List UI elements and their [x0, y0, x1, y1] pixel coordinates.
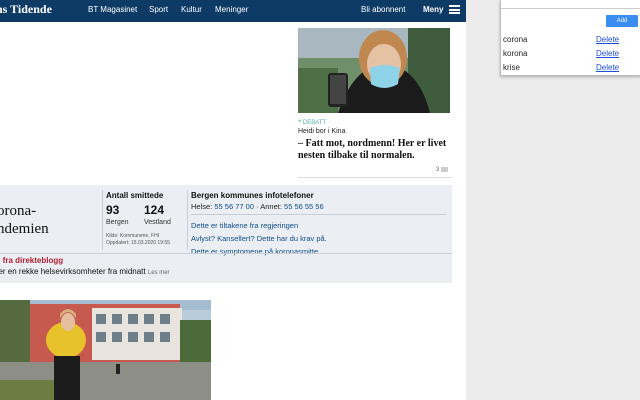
hamburger-menu-icon[interactable]: [449, 5, 460, 14]
delete-keyword-link[interactable]: Delete: [596, 63, 619, 72]
nav-sport[interactable]: Sport: [149, 5, 168, 14]
keyword-text: krise: [503, 63, 520, 72]
delete-keyword-link[interactable]: Delete: [596, 35, 619, 44]
article-tag: ❝ DEBATT: [298, 120, 327, 126]
comment-count[interactable]: 3: [436, 167, 449, 173]
corona-box-title[interactable]: orona- ndemien: [0, 202, 49, 238]
keyword-blocker-popup: Add corona Delete korona Delete krise De…: [500, 0, 640, 76]
link-symptoms[interactable]: Dette er symptomene på koronasmitte: [191, 247, 318, 256]
vestland-count: 124: [144, 203, 165, 217]
phones-title: Bergen kommunes infotelefoner: [191, 191, 314, 200]
helse-phone-link[interactable]: 55 56 77 00: [214, 202, 254, 211]
phone-numbers: Helse: 55 56 77 00 · Annet: 55 56 55 56: [191, 202, 324, 211]
delete-keyword-link[interactable]: Delete: [596, 49, 619, 58]
article-headline[interactable]: – Fatt mot, nordmenn! Her er livet neste…: [298, 138, 454, 162]
keyword-input[interactable]: [501, 0, 640, 9]
site-logo[interactable]: ns Tidende: [0, 2, 52, 17]
keyword-text: corona: [503, 35, 528, 44]
keyword-text: korona: [503, 49, 528, 58]
news-page: ns Tidende BT Magasinet Sport Kultur Men…: [0, 0, 466, 400]
infections-title: Antall smittede: [106, 191, 164, 200]
vestland-label: Vestland: [144, 219, 171, 226]
link-government-measures[interactable]: Dette er tiltakene fra regjeringen: [191, 221, 298, 230]
link-cancellation-rights[interactable]: Avlyst? Kansellert? Dette har du krav på…: [191, 234, 327, 243]
read-more-link[interactable]: Les mer: [148, 270, 170, 276]
article-photo-building[interactable]: [0, 300, 211, 400]
live-blog-headline[interactable]: ger en rekke helsevirksomheter fra midna…: [0, 267, 170, 276]
infections-source: Kilde: Kommunene, FHI Oppdatert: 15.03.2…: [106, 233, 170, 246]
bergen-count: 93: [106, 203, 120, 217]
live-blog-label: e fra direkteblogg: [0, 256, 64, 265]
comment-icon: [441, 167, 449, 172]
article-byline: Heidi bor i Kina: [298, 128, 346, 135]
divider: [191, 214, 446, 215]
nav-bt-magasinet[interactable]: BT Magasinet: [88, 5, 137, 14]
divider: [102, 190, 103, 250]
keyword-row: corona Delete: [503, 35, 637, 47]
article-photo[interactable]: [298, 28, 450, 113]
bergen-label: Bergen: [106, 219, 129, 226]
nav-meninger[interactable]: Meninger: [215, 5, 248, 14]
annet-phone-link[interactable]: 55 56 55 56: [284, 202, 324, 211]
add-keyword-button[interactable]: Add: [606, 15, 638, 27]
nav-kultur[interactable]: Kultur: [181, 5, 202, 14]
top-navigation-bar: ns Tidende BT Magasinet Sport Kultur Men…: [0, 0, 466, 22]
keyword-row: krise Delete: [503, 63, 637, 75]
divider: [187, 190, 188, 250]
menu-button-label[interactable]: Meny: [423, 5, 443, 14]
subscribe-link[interactable]: Bli abonnent: [361, 5, 405, 14]
divider: [298, 177, 452, 178]
keyword-row: korona Delete: [503, 49, 637, 61]
divider: [0, 253, 452, 254]
